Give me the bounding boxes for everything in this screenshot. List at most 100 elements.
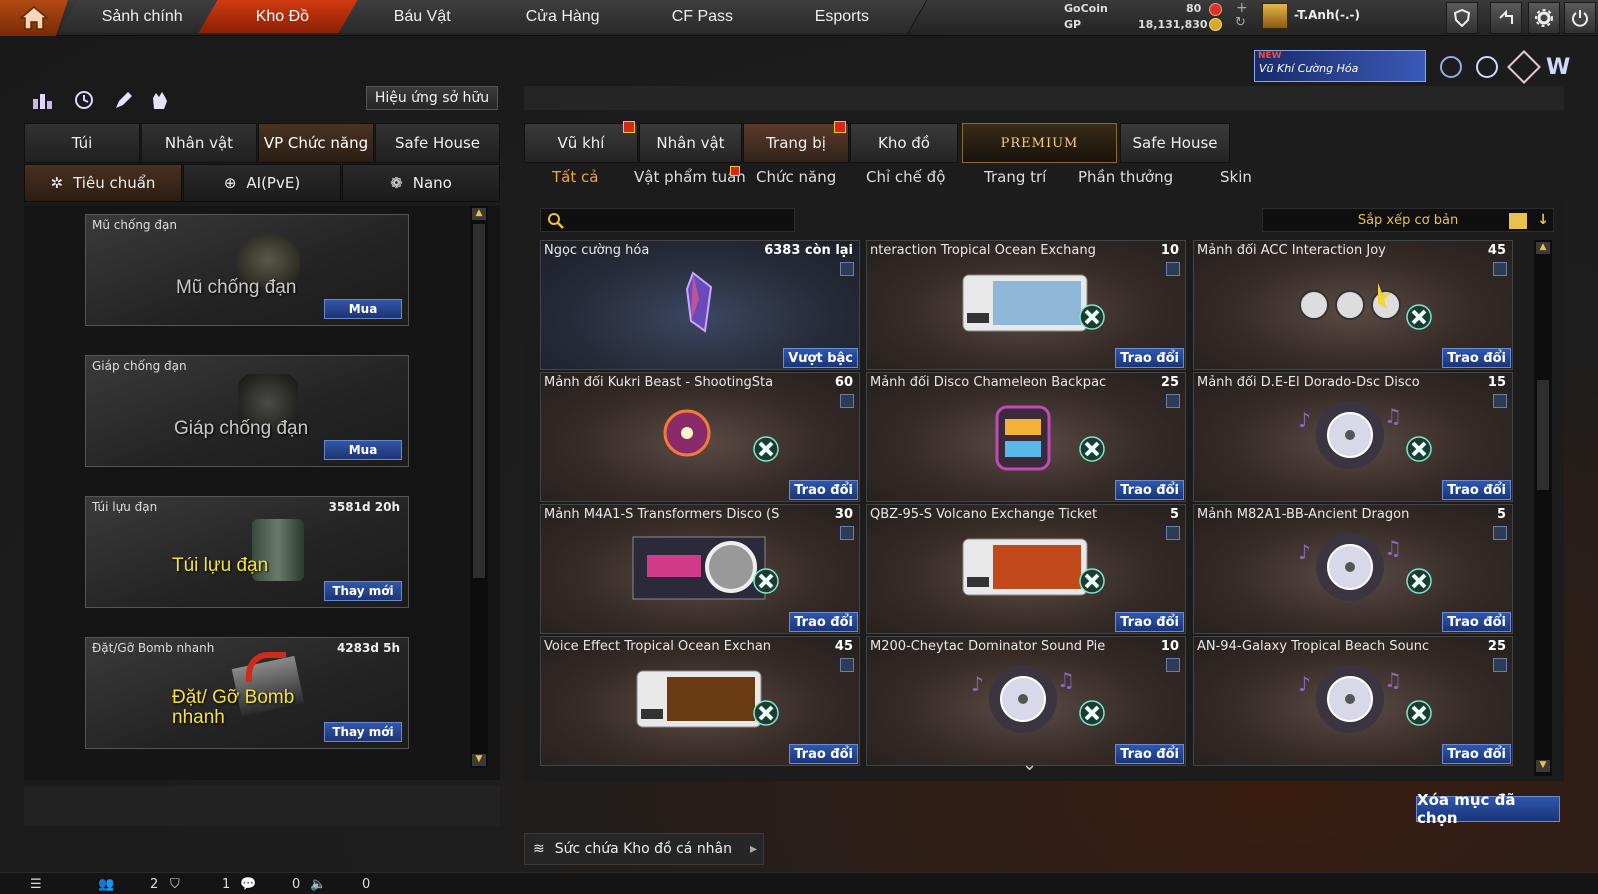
exchange-button[interactable]: Trao đổi [789, 744, 858, 764]
exchange-button[interactable]: Trao đổi [1442, 744, 1511, 764]
item-card[interactable]: QBZ-95-S Volcano Exchange Ticket 5 Trao đổ… [866, 504, 1186, 634]
left-subtab-nano[interactable]: ❁ Nano [342, 164, 500, 202]
menu-icon[interactable]: ☰ [30, 877, 42, 892]
nav-tab-esports[interactable]: Esports [758, 0, 928, 33]
clan-icon[interactable]: ⛉ [170, 877, 180, 892]
weapon-upgrade-banner[interactable]: NEW Vũ Khí Cường Hóa [1254, 50, 1426, 82]
user-name[interactable]: -T.Anh(-.-) [1294, 8, 1360, 22]
filter-all[interactable]: Tất cả [552, 168, 598, 186]
list-view-icon[interactable] [1509, 213, 1527, 229]
trash-icon[interactable] [1493, 526, 1507, 540]
exit-room-button[interactable] [1490, 2, 1522, 34]
vip-icon[interactable]: W [1546, 55, 1570, 80]
speaker-icon[interactable]: 🔈 [310, 877, 326, 892]
sort-dropdown[interactable]: Sắp xếp cơ bản ↓ [1262, 208, 1554, 232]
left-tab-safe-house[interactable]: Safe House [375, 123, 500, 163]
scroll-down-icon[interactable]: ▼ [472, 754, 486, 766]
history-icon[interactable] [70, 86, 98, 114]
home-button[interactable] [0, 0, 68, 36]
renew-button[interactable]: Thay mới [324, 722, 402, 742]
item-card[interactable]: M200-Cheytac Dominator Sound Pie 10 ♪ ♫ Trao… [866, 636, 1186, 766]
right-tab-weapons[interactable]: Vũ khí [524, 121, 638, 163]
item-card[interactable]: AN-94-Galaxy Tropical Beach Sounc 25 ♪ ♫ Tra… [1193, 636, 1513, 766]
exchange-button[interactable]: Trao đổi [1442, 480, 1511, 500]
ranking-icon[interactable] [28, 86, 56, 114]
exchange-button[interactable]: Trao đổi [1442, 348, 1511, 368]
item-card[interactable]: Mảnh đổi Disco Chameleon Backpac 25 Trao đ… [866, 372, 1186, 502]
delete-selected-button[interactable]: Xóa mục đã chọn [1416, 791, 1560, 827]
trash-icon[interactable] [1493, 394, 1507, 408]
filter-decoration[interactable]: Trang trí [984, 168, 1046, 186]
trash-icon[interactable] [1493, 658, 1507, 672]
trash-icon[interactable] [1166, 526, 1180, 540]
function-item-card[interactable]: Túi lựu đạn 3581d 20h Túi lựu đạn Thay m… [85, 496, 409, 608]
left-tab-character[interactable]: Nhân vật [141, 123, 257, 163]
right-tab-premium[interactable]: PREMIUM [962, 123, 1117, 163]
item-card[interactable]: Mảnh đổi ACC Interaction Joy 45 Trao đổi [1193, 240, 1513, 370]
left-tab-function-items[interactable]: VP Chức năng [258, 123, 374, 163]
item-card[interactable]: Mảnh đổi Kukri Beast - ShootingSta 60 Trao… [540, 372, 860, 502]
buy-button[interactable]: Mua [324, 299, 402, 319]
event-icon-1[interactable] [1440, 56, 1462, 78]
scroll-thumb[interactable] [473, 224, 485, 578]
plus-icon[interactable]: + [1236, 0, 1248, 16]
item-card[interactable]: Mảnh M82A1-BB-Ancient Dragon 5 ♪ ♫ Trao đổi [1193, 504, 1513, 634]
exchange-button[interactable]: Trao đổi [1115, 348, 1184, 368]
scroll-down-icon[interactable]: ▼ [1536, 760, 1550, 772]
chat-icon[interactable]: 💬 [240, 877, 256, 892]
settings-button[interactable] [1528, 2, 1560, 34]
left-subtab-ai-pve[interactable]: ⊕ AI(PvE) [183, 164, 341, 202]
trash-icon[interactable] [1166, 658, 1180, 672]
right-tab-equipment[interactable]: Trang bị [743, 121, 849, 163]
trash-icon[interactable] [840, 658, 854, 672]
item-card[interactable]: Ngọc cường hóa 6383 còn lại Vượt bậc [540, 240, 860, 370]
owned-effects-button[interactable]: Hiệu ứng sở hữu [366, 86, 498, 110]
personal-storage-capacity-button[interactable]: ≋ Sức chứa Kho đồ cá nhân ▸ [524, 833, 764, 865]
buy-button[interactable]: Mua [324, 440, 402, 460]
upgrade-button[interactable]: Vượt bậc [783, 348, 858, 368]
item-card[interactable]: Voice Effect Tropical Ocean Exchan 45 Trao… [540, 636, 860, 766]
more-chevron-icon[interactable]: ⌄ [1022, 754, 1037, 775]
clan-button[interactable] [1446, 2, 1478, 34]
globe-icon[interactable] [1476, 56, 1498, 78]
trash-icon[interactable] [840, 262, 854, 276]
right-tab-storage[interactable]: Kho đồ [850, 123, 958, 163]
trash-icon[interactable] [1493, 262, 1507, 276]
exchange-button[interactable]: Trao đổi [789, 480, 858, 500]
right-tab-characters[interactable]: Nhân vật [639, 123, 742, 163]
scroll-up-icon[interactable]: ▲ [1536, 242, 1550, 254]
trash-icon[interactable] [840, 394, 854, 408]
scroll-up-icon[interactable]: ▲ [472, 208, 486, 220]
filter-rewards[interactable]: Phần thưởng [1078, 168, 1173, 186]
filter-mode-only[interactable]: Chỉ chế độ [866, 168, 945, 186]
filter-functional[interactable]: Chức năng [756, 168, 836, 186]
exchange-button[interactable]: Trao đổi [1115, 744, 1184, 764]
friends-icon[interactable]: 👥 [98, 877, 114, 892]
left-subtab-standard[interactable]: ✲ Tiêu chuẩn [24, 164, 182, 202]
trash-icon[interactable] [840, 526, 854, 540]
item-card[interactable]: Mảnh đổi D.E-El Dorado-Dsc Disco 15 ♪ ♫ Trao… [1193, 372, 1513, 502]
refresh-icon[interactable]: ↻ [1235, 15, 1246, 30]
power-button[interactable] [1564, 2, 1596, 34]
scroll-thumb[interactable] [1537, 380, 1549, 490]
right-scrollbar[interactable]: ▲ ▼ [1534, 240, 1552, 776]
exchange-button[interactable]: Trao đổi [789, 612, 858, 632]
exchange-button[interactable]: Trao đổi [1442, 612, 1511, 632]
function-item-card[interactable]: Mũ chống đạn Mũ chống đạn Mua [85, 214, 409, 326]
search-input[interactable] [540, 208, 795, 232]
function-item-card[interactable]: Giáp chống đạn Giáp chống đạn Mua [85, 355, 409, 467]
exchange-button[interactable]: Trao đổi [1115, 480, 1184, 500]
edit-loadout-icon[interactable] [110, 86, 138, 114]
right-tab-safe-house[interactable]: Safe House [1120, 123, 1230, 163]
renew-button[interactable]: Thay mới [324, 581, 402, 601]
item-card[interactable]: Mảnh M4A1-S Transformers Disco (S 30 Trao … [540, 504, 860, 634]
exchange-button[interactable]: Trao đổi [1115, 612, 1184, 632]
filter-skin[interactable]: Skin [1220, 168, 1252, 186]
sort-order-icon[interactable]: ↓ [1537, 212, 1549, 228]
glove-icon[interactable] [146, 86, 174, 114]
left-scrollbar[interactable]: ▲ ▼ [470, 206, 488, 768]
trash-icon[interactable] [1166, 394, 1180, 408]
function-item-card[interactable]: Đặt/Gỡ Bomb nhanh 4283d 5h Đặt/ Gỡ Bomb … [85, 637, 409, 749]
trash-icon[interactable] [1166, 262, 1180, 276]
left-tab-bag[interactable]: Túi [24, 123, 140, 163]
